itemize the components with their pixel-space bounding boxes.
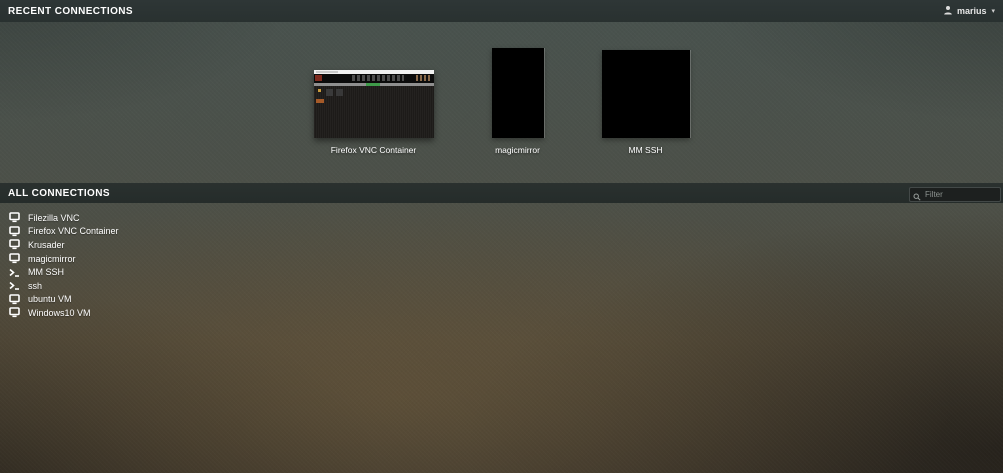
connection-name: Windows10 VM xyxy=(28,308,91,318)
user-name: marius xyxy=(957,6,987,16)
chevron-down-icon: ▾ xyxy=(991,7,995,15)
all-connections-header: ALL CONNECTIONS xyxy=(0,183,1003,203)
user-icon xyxy=(943,2,953,20)
list-item[interactable]: magicmirror xyxy=(9,252,1003,266)
filter-box xyxy=(909,184,1001,202)
monitor-icon xyxy=(9,294,20,305)
monitor-icon xyxy=(9,307,20,318)
recent-connection-magicmirror[interactable]: magicmirror xyxy=(492,48,544,155)
list-item[interactable]: ssh xyxy=(9,279,1003,293)
connection-name: Krusader xyxy=(28,240,65,250)
search-icon xyxy=(913,188,921,206)
connection-name: ssh xyxy=(28,281,42,291)
connection-name: ubuntu VM xyxy=(28,294,72,304)
recent-connections-title: RECENT CONNECTIONS xyxy=(8,6,133,17)
all-connections-title: ALL CONNECTIONS xyxy=(8,188,110,199)
connection-label: Firefox VNC Container xyxy=(331,145,417,155)
recent-connection-firefox-vnc[interactable]: Firefox VNC Container xyxy=(314,70,434,155)
connection-name: Filezilla VNC xyxy=(28,213,80,223)
connection-thumbnail xyxy=(492,48,544,138)
list-item[interactable]: Filezilla VNC xyxy=(9,211,1003,225)
connection-list: Filezilla VNC Firefox VNC Container Krus… xyxy=(0,203,1003,320)
recent-connection-mm-ssh[interactable]: MM SSH xyxy=(602,50,690,155)
connection-name: Firefox VNC Container xyxy=(28,226,119,236)
connection-name: magicmirror xyxy=(28,254,76,264)
connection-thumbnail xyxy=(314,70,434,138)
list-item[interactable]: MM SSH xyxy=(9,265,1003,279)
user-menu[interactable]: marius ▾ xyxy=(943,2,995,20)
monitor-icon xyxy=(9,226,20,237)
connection-label: magicmirror xyxy=(495,145,540,155)
connection-label: MM SSH xyxy=(629,145,663,155)
filter-input[interactable] xyxy=(909,187,1001,202)
list-item[interactable]: Firefox VNC Container xyxy=(9,225,1003,239)
list-item[interactable]: Krusader xyxy=(9,238,1003,252)
monitor-icon xyxy=(9,253,20,264)
monitor-icon xyxy=(9,239,20,250)
connection-name: MM SSH xyxy=(28,267,64,277)
terminal-icon xyxy=(9,267,20,278)
list-item[interactable]: ubuntu VM xyxy=(9,293,1003,307)
terminal-icon xyxy=(9,280,20,291)
list-item[interactable]: Windows10 VM xyxy=(9,306,1003,320)
recent-connections-section: Firefox VNC Container magicmirror MM SSH xyxy=(0,22,1003,183)
recent-connections-header: RECENT CONNECTIONS marius ▾ xyxy=(0,0,1003,22)
connection-thumbnail xyxy=(602,50,690,138)
monitor-icon xyxy=(9,212,20,223)
